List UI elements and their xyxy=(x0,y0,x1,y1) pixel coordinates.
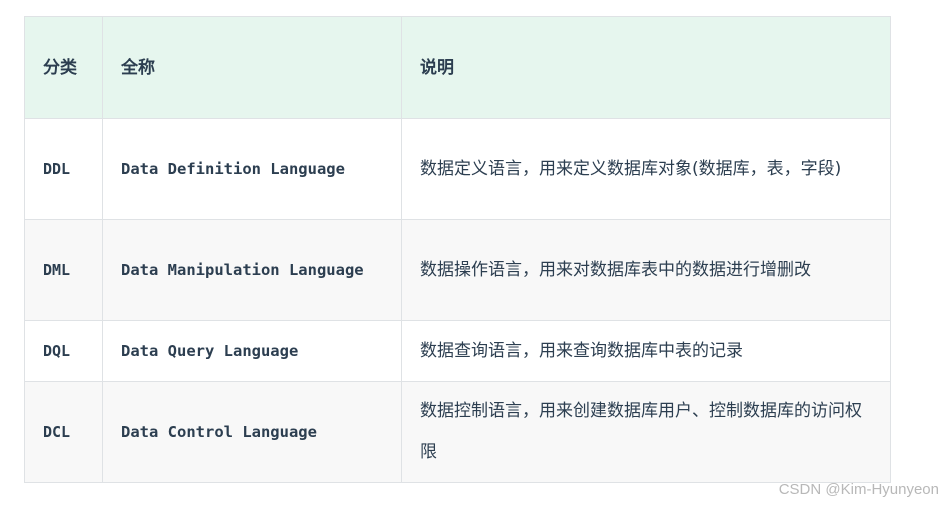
row-full-name: Data Control Language xyxy=(102,381,402,483)
table-row: DDL Data Definition Language 数据定义语言，用来定义… xyxy=(24,118,891,220)
sql-categories-table: 分类 全称 说明 DDL Data Definition Language 数据… xyxy=(24,16,891,483)
row-category: DCL xyxy=(24,381,103,483)
page: 分类 全称 说明 DDL Data Definition Language 数据… xyxy=(0,0,943,505)
csdn-watermark: CSDN @Kim-Hyunyeon xyxy=(778,481,939,498)
row-description: 数据操作语言，用来对数据库表中的数据进行增删改 xyxy=(401,219,891,321)
table-body: DDL Data Definition Language 数据定义语言，用来定义… xyxy=(24,118,891,483)
row-description: 数据控制语言，用来创建数据库用户、控制数据库的访问权限 xyxy=(401,381,891,483)
row-category: DQL xyxy=(24,320,103,382)
row-full-name: Data Manipulation Language xyxy=(102,219,402,321)
table-header: 分类 全称 说明 xyxy=(24,16,891,119)
row-full-name: Data Definition Language xyxy=(102,118,402,220)
header-full-name: 全称 xyxy=(102,16,402,119)
table-row: DCL Data Control Language 数据控制语言，用来创建数据库… xyxy=(24,381,891,483)
header-category: 分类 xyxy=(24,16,103,119)
row-description: 数据查询语言，用来查询数据库中表的记录 xyxy=(401,320,891,382)
row-category: DDL xyxy=(24,118,103,220)
table-row: DML Data Manipulation Language 数据操作语言，用来… xyxy=(24,219,891,321)
row-category: DML xyxy=(24,219,103,321)
header-description: 说明 xyxy=(401,16,891,119)
row-description: 数据定义语言，用来定义数据库对象(数据库，表，字段) xyxy=(401,118,891,220)
row-full-name: Data Query Language xyxy=(102,320,402,382)
table-row: DQL Data Query Language 数据查询语言，用来查询数据库中表… xyxy=(24,320,891,382)
header-row: 分类 全称 说明 xyxy=(24,16,891,119)
